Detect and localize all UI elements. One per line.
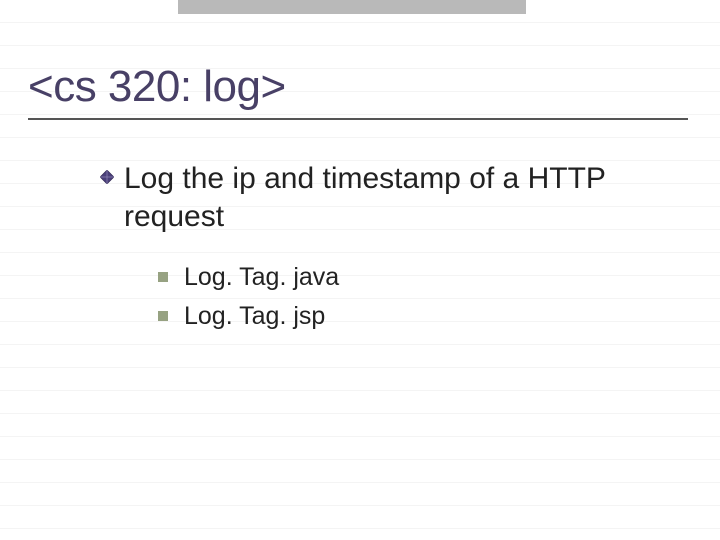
diamond-bullet-icon — [100, 170, 114, 184]
list-item: Log. Tag. java — [158, 263, 652, 292]
list-item: Log the ip and timestamp of a HTTP reque… — [100, 160, 652, 237]
list-item-text: Log. Tag. java — [184, 263, 339, 292]
slide-title: <cs 320: log> — [28, 62, 692, 112]
list-item-text: Log the ip and timestamp of a HTTP reque… — [124, 160, 652, 237]
square-bullet-icon — [158, 311, 168, 321]
square-bullet-icon — [158, 272, 168, 282]
list-item-text: Log. Tag. jsp — [184, 302, 325, 331]
body-content: Log the ip and timestamp of a HTTP reque… — [28, 160, 692, 331]
list-item: Log. Tag. jsp — [158, 302, 652, 331]
title-underline — [28, 118, 688, 120]
sublist: Log. Tag. java Log. Tag. jsp — [100, 263, 652, 331]
slide-content: <cs 320: log> Log the ip and timestamp o… — [0, 0, 720, 331]
